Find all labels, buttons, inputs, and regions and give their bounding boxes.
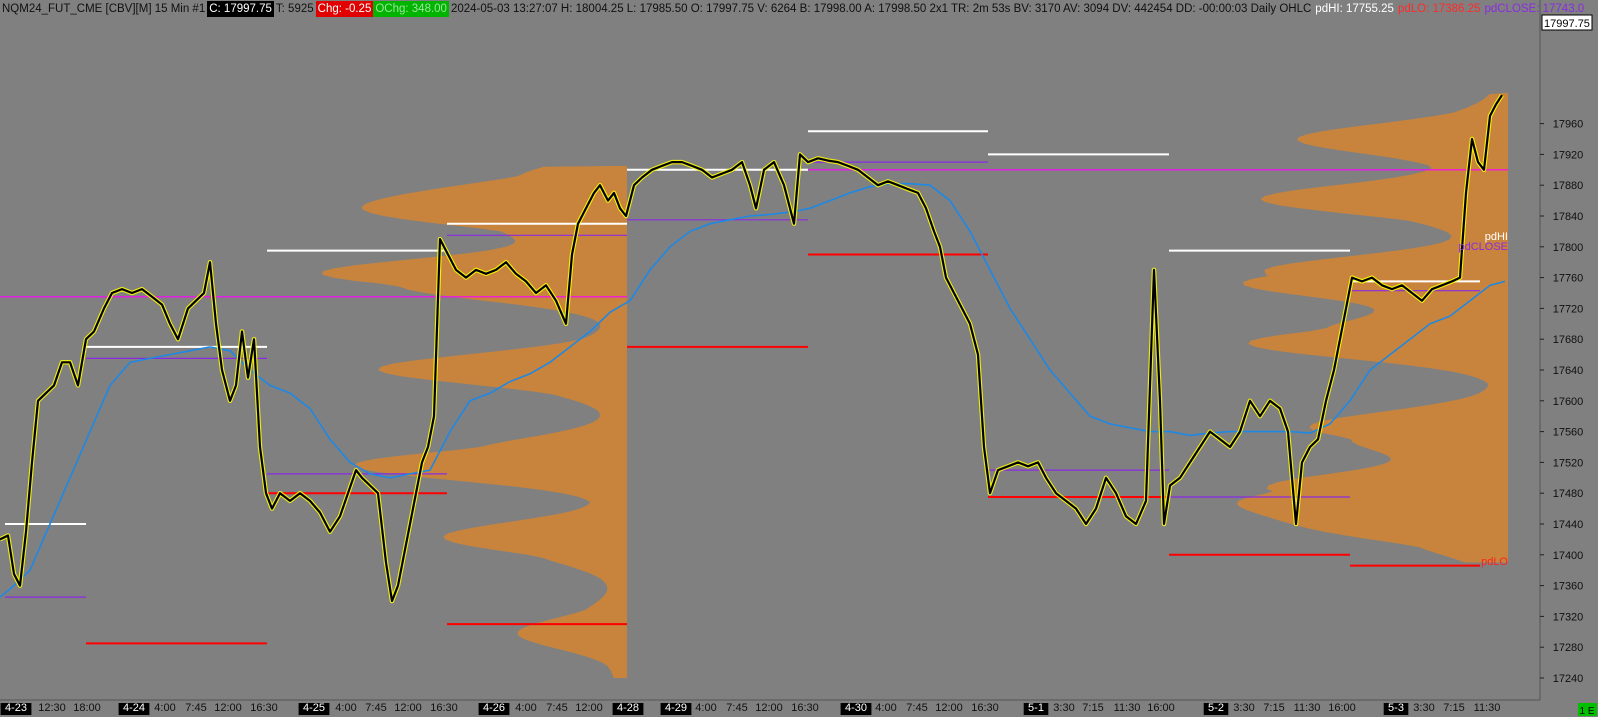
time-label: 4:00 xyxy=(875,702,896,714)
time-label: 4:00 xyxy=(695,702,716,714)
price-tick-label: 17720 xyxy=(1553,303,1584,315)
price-tick-label: 17280 xyxy=(1553,642,1584,654)
time-label: 12:30 xyxy=(38,702,66,714)
date-label: 4-28 xyxy=(617,702,639,714)
price-tick-label: 17600 xyxy=(1553,396,1584,408)
pdlo-value: pdLO: 17386.25 xyxy=(1397,3,1481,15)
price-tick-label: 17760 xyxy=(1553,273,1584,285)
time-label: 7:45 xyxy=(185,702,206,714)
price-axis-background xyxy=(1540,0,1598,700)
time-label: 12:00 xyxy=(755,702,783,714)
price-tick-label: 17800 xyxy=(1553,242,1584,254)
time-label: 7:45 xyxy=(365,702,386,714)
pdhi-value: pdHI: 17755.25 xyxy=(1315,3,1394,15)
pdlo-marker-label: pdLO xyxy=(1481,556,1508,568)
time-label: 11:30 xyxy=(1474,702,1501,714)
time-label: 12:00 xyxy=(214,702,242,714)
bar-details: 2024-05-03 13:27:07 H: 18004.25 L: 17985… xyxy=(450,3,1312,15)
ticks-value: T: 5925 xyxy=(275,3,314,15)
time-label: 16:30 xyxy=(430,702,458,714)
date-label: 4-25 xyxy=(303,702,325,714)
pdclose-marker-label: pdCLOSE xyxy=(1458,241,1508,253)
time-label: 12:00 xyxy=(935,702,963,714)
date-label: 4-23 xyxy=(5,702,27,714)
time-label: 7:45 xyxy=(906,702,927,714)
time-label: 12:00 xyxy=(575,702,603,714)
price-tick-label: 17400 xyxy=(1553,550,1584,562)
time-label: 3:30 xyxy=(1053,702,1074,714)
time-label: 16:00 xyxy=(1147,702,1175,714)
date-label: 5-1 xyxy=(1028,702,1044,714)
time-label: 4:00 xyxy=(154,702,175,714)
price-tick-label: 17440 xyxy=(1553,519,1584,531)
time-label: 16:30 xyxy=(250,702,278,714)
date-label: 4-26 xyxy=(483,702,505,714)
time-label: 12:00 xyxy=(394,702,422,714)
price-tick-label: 17960 xyxy=(1553,119,1584,131)
price-tick-label: 17560 xyxy=(1553,427,1584,439)
time-label: 16:30 xyxy=(791,702,819,714)
chart-header: NQM24_FUT_CME [CBV][M] 15 Min #1 C: 1799… xyxy=(0,0,1586,18)
price-tick-label: 17520 xyxy=(1553,457,1584,469)
price-tick-label: 17840 xyxy=(1553,211,1584,223)
price-tick-label: 17680 xyxy=(1553,334,1584,346)
time-label: 7:15 xyxy=(1443,702,1464,714)
date-label: 4-24 xyxy=(123,702,145,714)
date-label: 5-3 xyxy=(1388,702,1404,714)
time-label: 7:15 xyxy=(1263,702,1284,714)
change-value: Chg: -0.25 xyxy=(315,1,374,17)
price-tick-label: 17880 xyxy=(1553,180,1584,192)
price-tick-label: 17360 xyxy=(1553,581,1584,593)
price-tick-label: 17320 xyxy=(1553,611,1584,623)
status-badge[interactable]: 1 E xyxy=(1579,706,1594,717)
open-change-value: OChg: 348.00 xyxy=(373,1,449,17)
price-tick-label: 17240 xyxy=(1553,673,1584,685)
price-tick-label: 17640 xyxy=(1553,365,1584,377)
time-label: 3:30 xyxy=(1233,702,1254,714)
time-label: 16:00 xyxy=(1328,702,1356,714)
symbol-label: NQM24_FUT_CME [CBV][M] 15 Min #1 xyxy=(2,3,206,15)
price-tick-label: 17480 xyxy=(1553,488,1584,500)
date-label: 4-30 xyxy=(845,702,867,714)
time-label: 7:45 xyxy=(726,702,747,714)
last-price-tag: 17997.75 xyxy=(1544,18,1590,30)
pdclose-value: pdCLOSE: 17743.0 xyxy=(1484,3,1585,15)
time-label: 18:00 xyxy=(73,702,101,714)
time-label: 11:30 xyxy=(1294,702,1321,714)
time-label: 7:45 xyxy=(546,702,567,714)
close-value: C: 17997.75 xyxy=(207,1,274,17)
time-label: 4:00 xyxy=(335,702,356,714)
time-label: 3:30 xyxy=(1413,702,1434,714)
time-label: 16:30 xyxy=(971,702,999,714)
date-label: 5-2 xyxy=(1208,702,1224,714)
time-label: 4:00 xyxy=(515,702,536,714)
date-label: 4-29 xyxy=(665,702,687,714)
time-label: 7:15 xyxy=(1082,702,1103,714)
time-label: 11:30 xyxy=(1114,702,1141,714)
price-tick-label: 17920 xyxy=(1553,149,1584,161)
price-chart[interactable]: 17240 17280 17320 17360 17400 17440 17480 17520… xyxy=(0,0,1598,717)
